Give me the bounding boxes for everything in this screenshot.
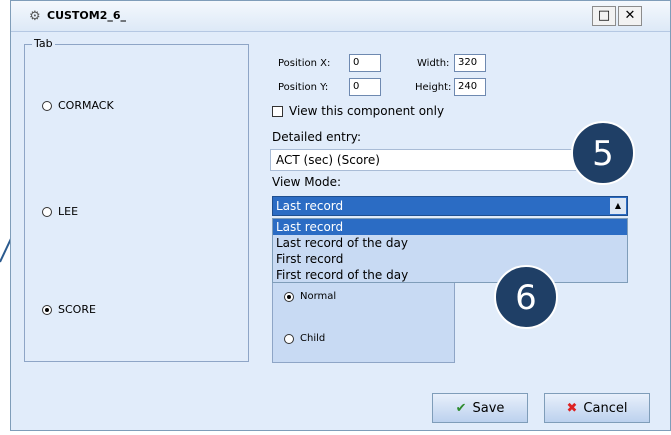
maximize-button[interactable]: □ bbox=[592, 6, 616, 26]
dropdown-option[interactable]: Last record bbox=[273, 219, 627, 235]
save-button-label: Save bbox=[472, 400, 505, 416]
radio-normal-label: Normal bbox=[300, 291, 337, 302]
detailed-entry-field[interactable]: ACT (sec) (Score) bbox=[270, 149, 592, 171]
dropdown-option[interactable]: First record of the day bbox=[273, 267, 627, 283]
radio-selected-icon[interactable] bbox=[284, 291, 294, 302]
width-input[interactable]: 320 bbox=[454, 54, 486, 72]
view-mode-label: View Mode: bbox=[272, 175, 342, 189]
title-bar: ⚙ CUSTOM2_6_ □ ✕ bbox=[11, 1, 670, 32]
view-mode-selected-value: Last record bbox=[276, 199, 344, 213]
detailed-entry-label: Detailed entry: bbox=[272, 130, 362, 144]
tab-group-legend: Tab bbox=[32, 37, 55, 50]
radio-child[interactable]: Child bbox=[284, 333, 325, 344]
cancel-button[interactable]: ✖ Cancel bbox=[544, 393, 650, 423]
cancel-button-label: Cancel bbox=[583, 400, 628, 416]
dropdown-arrow-icon[interactable]: ▲ bbox=[610, 198, 626, 214]
height-input[interactable]: 240 bbox=[454, 78, 486, 96]
position-y-input[interactable]: 0 bbox=[349, 78, 381, 96]
dropdown-option[interactable]: Last record of the day bbox=[273, 235, 627, 251]
height-label: Height: bbox=[415, 82, 452, 93]
save-button[interactable]: ✔ Save bbox=[432, 393, 528, 423]
view-component-only-label: View this component only bbox=[289, 104, 445, 118]
width-label: Width: bbox=[417, 58, 450, 69]
position-x-input[interactable]: 0 bbox=[349, 54, 381, 72]
position-x-label: Position X: bbox=[278, 58, 331, 69]
radio-normal[interactable]: Normal bbox=[284, 291, 336, 302]
callout-badge-6: 6 bbox=[494, 265, 558, 329]
position-y-label: Position Y: bbox=[278, 82, 329, 93]
view-mode-select[interactable]: Last record ▲ bbox=[272, 196, 628, 216]
radio-lee-label: LEE bbox=[58, 205, 79, 218]
view-mode-dropdown-list: Last record Last record of the day First… bbox=[272, 218, 628, 283]
close-button[interactable]: ✕ bbox=[618, 6, 642, 26]
radio-selected-icon[interactable] bbox=[42, 304, 52, 315]
dropdown-option[interactable]: First record bbox=[273, 251, 627, 267]
cancel-x-icon: ✖ bbox=[566, 400, 578, 416]
app-gear-icon: ⚙ bbox=[29, 9, 41, 24]
radio-cormack[interactable]: CORMACK bbox=[42, 99, 114, 112]
radio-score-label: SCORE bbox=[58, 303, 96, 316]
radio-score[interactable]: SCORE bbox=[42, 303, 96, 316]
radio-circle-icon[interactable] bbox=[284, 333, 294, 344]
radio-cormack-label: CORMACK bbox=[58, 99, 114, 112]
window-title: CUSTOM2_6_ bbox=[47, 9, 127, 22]
radio-circle-icon[interactable] bbox=[42, 206, 52, 217]
view-component-only-checkbox[interactable]: View this component only bbox=[272, 104, 444, 118]
radio-circle-icon[interactable] bbox=[42, 100, 52, 111]
radio-lee[interactable]: LEE bbox=[42, 205, 78, 218]
callout-badge-5: 5 bbox=[571, 121, 635, 185]
checkmark-icon: ✔ bbox=[455, 400, 467, 416]
radio-child-label: Child bbox=[300, 333, 326, 344]
checkbox-icon[interactable] bbox=[272, 105, 283, 117]
